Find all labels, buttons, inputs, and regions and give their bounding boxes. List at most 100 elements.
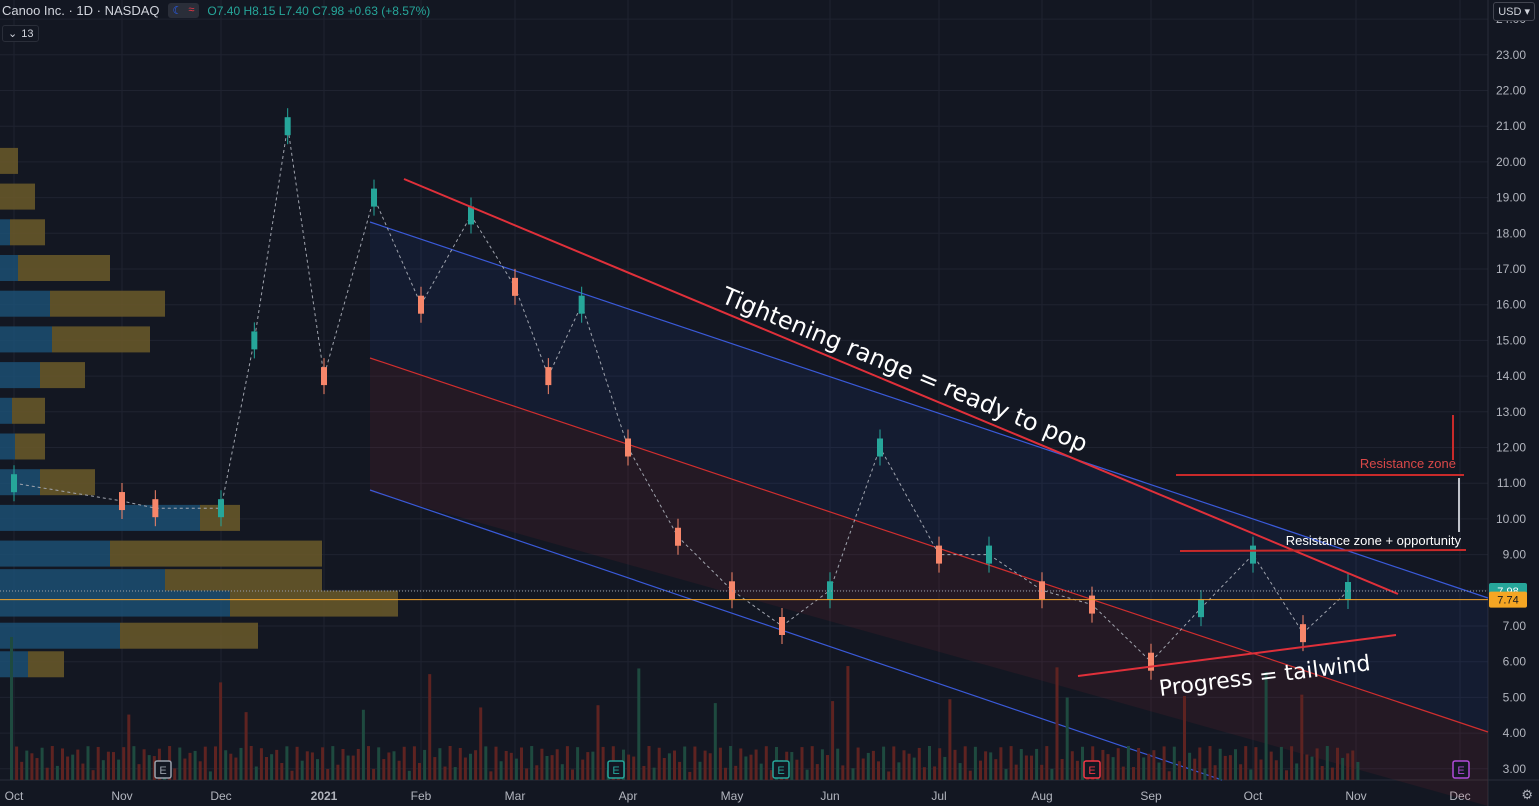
volume-bar <box>912 757 916 780</box>
volume-bar <box>1290 746 1294 780</box>
candle-body <box>578 295 585 314</box>
volume-bar <box>1244 746 1248 780</box>
volume-bar <box>367 746 370 780</box>
volume-bar <box>764 746 768 780</box>
volume-bar <box>815 764 819 780</box>
volume-bar <box>66 756 70 780</box>
volume-bar <box>632 756 636 780</box>
volume-bar <box>1351 750 1355 780</box>
volume-bar <box>183 758 187 780</box>
vp-bar-blue <box>0 590 230 617</box>
candle-body <box>1039 581 1045 600</box>
volume-bar <box>754 749 758 780</box>
volume-bar <box>86 746 90 780</box>
x-tick-label: Sep <box>1140 789 1162 803</box>
volume-bar <box>387 752 391 780</box>
volume-bar <box>871 750 875 780</box>
price-chart[interactable]: 3.004.005.006.007.008.009.0010.0011.0012… <box>0 0 1539 806</box>
volume-bar <box>520 747 523 780</box>
volume-bar <box>428 674 432 780</box>
y-tick-label: 17.00 <box>1496 262 1526 276</box>
volume-bar <box>550 755 554 780</box>
candle-body <box>284 117 291 136</box>
moon-icon[interactable]: ☾ <box>173 4 183 17</box>
currency-button[interactable]: USD ▾ <box>1493 2 1535 21</box>
vp-bar-gold <box>40 362 85 389</box>
volume-bar <box>984 751 988 780</box>
volume-bar <box>999 747 1003 780</box>
volume-bar <box>254 766 258 780</box>
earnings-marker-label: E <box>159 765 166 777</box>
volume-bar <box>525 768 529 780</box>
volume-bar <box>540 748 544 780</box>
volume-bar <box>601 746 605 780</box>
volume-bar <box>208 771 212 780</box>
chart-mode-toggles[interactable]: ☾ ≈ <box>167 3 200 18</box>
volume-bar <box>637 668 641 780</box>
volume-bar <box>45 767 49 780</box>
volume-bar <box>729 746 733 780</box>
vp-bar-blue <box>0 433 15 460</box>
volume-bar <box>968 770 972 780</box>
volume-bar <box>1024 755 1028 780</box>
volume-bar <box>346 755 350 780</box>
volume-bar <box>1162 746 1166 780</box>
volume-bar <box>703 750 707 780</box>
volume-bar <box>1208 746 1212 780</box>
volume-bar <box>1137 747 1141 780</box>
x-tick-label: May <box>721 789 744 803</box>
volume-bar <box>10 637 13 780</box>
volume-bar <box>1300 694 1304 780</box>
volume-bar <box>576 747 580 780</box>
candle-body <box>936 545 942 564</box>
chart-legend: Canoo Inc. · 1D · NASDAQ ☾ ≈ O7.40 H8.15… <box>2 3 430 18</box>
x-tick-label: Oct <box>5 789 24 803</box>
volume-bar <box>948 699 952 780</box>
volume-bar <box>713 703 717 780</box>
y-tick-label: 3.00 <box>1503 762 1527 776</box>
volume-bar <box>907 753 911 780</box>
volume-bar <box>214 746 217 780</box>
symbol-title[interactable]: Canoo Inc. · 1D · NASDAQ <box>2 3 160 18</box>
volume-bar <box>657 747 661 780</box>
candle-body <box>1148 652 1154 671</box>
gear-icon[interactable]: ⚙ <box>1521 787 1533 803</box>
resistance-opportunity-line <box>1179 549 1467 552</box>
volume-bar <box>1045 746 1049 780</box>
volume-bar <box>652 767 656 780</box>
x-tick-label: Nov <box>111 789 132 803</box>
volume-bar <box>1341 757 1345 780</box>
volume-bar <box>132 746 136 780</box>
volume-bar <box>861 758 865 780</box>
volume-bar <box>1274 760 1278 780</box>
volume-bar <box>734 765 738 780</box>
volume-bar <box>25 750 29 780</box>
volume-bar <box>377 747 381 780</box>
volume-bar <box>596 705 600 780</box>
y-tick-label: 22.00 <box>1496 84 1526 98</box>
indicator-toggle[interactable]: ⌄ 13 <box>2 25 40 42</box>
ohlc-readout: O7.40 H8.15 L7.40 C7.98 +0.63 (+8.57%) <box>207 3 431 18</box>
volume-bar <box>979 760 982 780</box>
volume-bar <box>361 709 365 780</box>
volume-bar <box>499 761 503 780</box>
volume-bar <box>15 746 19 780</box>
volume-bar <box>193 750 197 780</box>
volume-bar <box>336 764 340 780</box>
chevron-down-icon: ⌄ <box>8 28 18 40</box>
volume-bar <box>290 770 294 780</box>
vp-bar-gold <box>120 622 258 649</box>
volume-bar <box>749 754 753 780</box>
volume-bar <box>1213 765 1217 780</box>
vp-bar-gold <box>52 326 150 353</box>
volume-bar <box>1218 748 1222 780</box>
volume-bar <box>55 765 59 780</box>
y-tick-label: 4.00 <box>1503 726 1527 740</box>
volume-bar <box>994 759 998 780</box>
volume-bar <box>724 767 727 780</box>
volume-bar <box>591 751 595 780</box>
wave-icon[interactable]: ≈ <box>188 4 194 17</box>
volume-bar <box>581 759 585 780</box>
volume-bar <box>280 763 284 780</box>
volume-bar <box>1320 766 1324 780</box>
